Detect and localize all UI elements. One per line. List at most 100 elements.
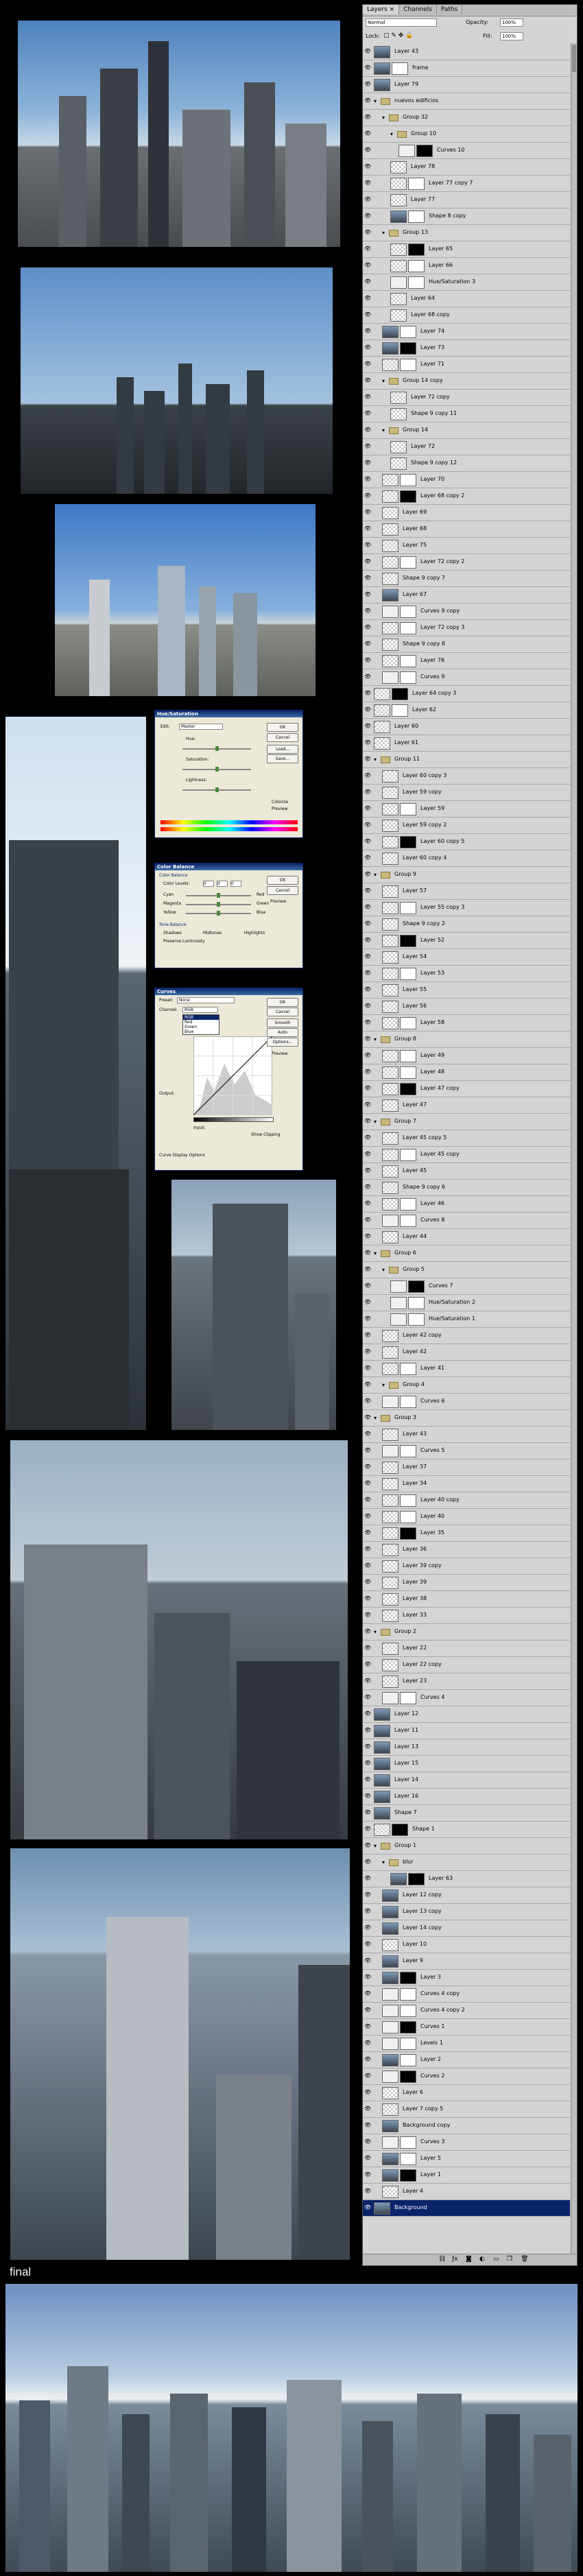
eye-icon[interactable]: 👁 xyxy=(364,196,371,203)
eye-icon[interactable]: 👁 xyxy=(364,1496,371,1503)
folder-icon[interactable]: ▭ xyxy=(493,2256,499,2263)
eye-icon[interactable]: 👁 xyxy=(364,970,371,977)
eye-icon[interactable]: 👁 xyxy=(364,147,371,154)
eye-icon[interactable]: 👁 xyxy=(364,739,371,746)
layer-row[interactable]: 👁 Curves 3 xyxy=(363,2134,570,2151)
auto-button[interactable]: Auto xyxy=(267,1028,298,1037)
layer-thumbnail[interactable] xyxy=(382,2169,398,2182)
layer-thumbnail[interactable] xyxy=(374,721,390,733)
layer-row[interactable]: 👁 Layer 39 xyxy=(363,1575,570,1591)
eye-icon[interactable]: 👁 xyxy=(364,1908,371,1915)
eye-icon[interactable]: 👁 xyxy=(364,97,371,104)
layer-row[interactable]: 👁 Background xyxy=(363,2200,570,2217)
lightness-slider[interactable] xyxy=(182,787,251,792)
eye-icon[interactable]: 👁 xyxy=(364,591,371,598)
layer-thumbnail[interactable] xyxy=(390,161,407,174)
folder-toggle-icon[interactable]: ▾ xyxy=(374,1119,379,1125)
layer-row[interactable]: 👁 Layer 66 xyxy=(363,258,570,274)
layer-thumbnail[interactable] xyxy=(382,935,398,947)
adjustment-icon[interactable] xyxy=(382,1215,398,1227)
colorize-checkbox[interactable]: Colorize xyxy=(272,800,288,804)
layer-thumbnail[interactable] xyxy=(382,589,398,601)
layer-thumbnail[interactable] xyxy=(382,556,398,569)
layer-row[interactable]: 👁 Shape 9 copy 2 xyxy=(363,916,570,933)
layer-row[interactable]: 👁 Layer 55 copy 3 xyxy=(363,900,570,916)
layer-row[interactable]: 👁 Layer 10 xyxy=(363,1937,570,1953)
eye-icon[interactable]: 👁 xyxy=(364,1694,371,1701)
layer-row[interactable]: 👁 Layer 6 xyxy=(363,2085,570,2101)
eye-icon[interactable]: 👁 xyxy=(364,1826,371,1833)
layer-mask-thumbnail[interactable] xyxy=(408,1280,425,1293)
layer-thumbnail[interactable] xyxy=(390,260,407,272)
eye-icon[interactable]: 👁 xyxy=(364,295,371,302)
layer-thumbnail[interactable] xyxy=(382,968,398,980)
eye-icon[interactable]: 👁 xyxy=(364,2040,371,2047)
layer-mask-thumbnail[interactable] xyxy=(400,1017,416,1029)
eye-icon[interactable]: 👁 xyxy=(364,1924,371,1931)
layer-thumbnail[interactable] xyxy=(374,704,390,717)
layer-mask-thumbnail[interactable] xyxy=(400,622,416,634)
layer-row[interactable]: 👁 Layer 42 xyxy=(363,1344,570,1361)
layer-row[interactable]: 👁 Layer 74 xyxy=(363,324,570,340)
hue-slider[interactable] xyxy=(182,746,251,751)
layer-mask-thumbnail[interactable] xyxy=(400,2169,416,2182)
link-icon[interactable]: ⛓ xyxy=(438,2256,446,2263)
eye-icon[interactable]: 👁 xyxy=(364,394,371,401)
layer-mask-thumbnail[interactable] xyxy=(400,1527,416,1540)
layer-row[interactable]: 👁 Layer 75 xyxy=(363,538,570,554)
layer-row[interactable]: 👁 Layer 16 xyxy=(363,1789,570,1805)
eye-icon[interactable]: 👁 xyxy=(364,1315,371,1322)
folder-toggle-icon[interactable]: ▾ xyxy=(374,1629,379,1635)
layer-row[interactable]: 👁 Layer 62 xyxy=(363,702,570,719)
layer-row[interactable]: 👁 Layer 46 xyxy=(363,1196,570,1213)
layer-mask-thumbnail[interactable] xyxy=(408,1297,425,1309)
layer-row[interactable]: 👁 ▾ Group 2 xyxy=(363,1624,570,1641)
layer-thumbnail[interactable] xyxy=(390,392,407,404)
layer-row[interactable]: 👁 Layer 42 copy xyxy=(363,1328,570,1344)
eye-icon[interactable]: 👁 xyxy=(364,311,371,318)
layer-thumbnail[interactable] xyxy=(382,1527,398,1540)
layer-row[interactable]: 👁 Layer 59 xyxy=(363,801,570,818)
highlights-radio[interactable]: Highlights xyxy=(244,931,265,935)
eye-icon[interactable]: 👁 xyxy=(364,1069,371,1075)
tab-layers[interactable]: Layers × xyxy=(363,5,400,14)
adjustment-icon[interactable] xyxy=(382,606,398,618)
layer-row[interactable]: 👁 Levels 1 xyxy=(363,2036,570,2052)
layer-thumbnail[interactable] xyxy=(382,1972,398,1984)
eye-icon[interactable]: 👁 xyxy=(364,1793,371,1800)
layer-row[interactable]: 👁 Layer 12 copy xyxy=(363,1887,570,1904)
options-button[interactable]: Options... xyxy=(267,1038,298,1047)
layer-thumbnail[interactable] xyxy=(390,211,407,223)
layer-mask-thumbnail[interactable] xyxy=(400,1511,416,1523)
layer-thumbnail[interactable] xyxy=(374,1758,390,1770)
layer-thumbnail[interactable] xyxy=(374,737,390,750)
channel-option[interactable]: RGB xyxy=(183,1015,219,1020)
eye-icon[interactable]: 👁 xyxy=(364,1398,371,1405)
adjustment-icon[interactable] xyxy=(382,1396,398,1408)
eye-icon[interactable]: 👁 xyxy=(364,246,371,252)
layer-row[interactable]: 👁 Shape 8 copy xyxy=(363,208,570,225)
layer-thumbnail[interactable] xyxy=(382,885,398,898)
layer-thumbnail[interactable] xyxy=(382,1593,398,1606)
layer-mask-thumbnail[interactable] xyxy=(392,62,408,75)
layer-thumbnail[interactable] xyxy=(382,573,398,585)
layer-mask-thumbnail[interactable] xyxy=(416,145,433,157)
layer-row[interactable]: 👁 Layer 60 xyxy=(363,719,570,735)
layer-thumbnail[interactable] xyxy=(374,1741,390,1754)
layer-row[interactable]: 👁 Layer 11 xyxy=(363,1723,570,1739)
layer-row[interactable]: 👁 Layer 2 xyxy=(363,2052,570,2068)
adjustment-icon[interactable] xyxy=(382,1445,398,1457)
layer-row[interactable]: 👁 frame xyxy=(363,60,570,77)
level-input-2[interactable]: 0 xyxy=(217,881,228,887)
layer-mask-thumbnail[interactable] xyxy=(400,655,416,667)
eye-icon[interactable]: 👁 xyxy=(364,542,371,549)
layer-row[interactable]: 👁 Layer 61 xyxy=(363,735,570,752)
eye-icon[interactable]: 👁 xyxy=(364,608,371,615)
layer-thumbnail[interactable] xyxy=(382,1643,398,1655)
eye-icon[interactable]: 👁 xyxy=(364,1579,371,1586)
layer-row[interactable]: 👁 Layer 40 xyxy=(363,1509,570,1525)
opacity-input[interactable]: 100% xyxy=(500,19,523,27)
adjustment-icon[interactable] xyxy=(390,1297,407,1309)
channel-option[interactable]: Blue xyxy=(183,1029,219,1034)
channel-select[interactable]: RGB xyxy=(182,1007,218,1013)
